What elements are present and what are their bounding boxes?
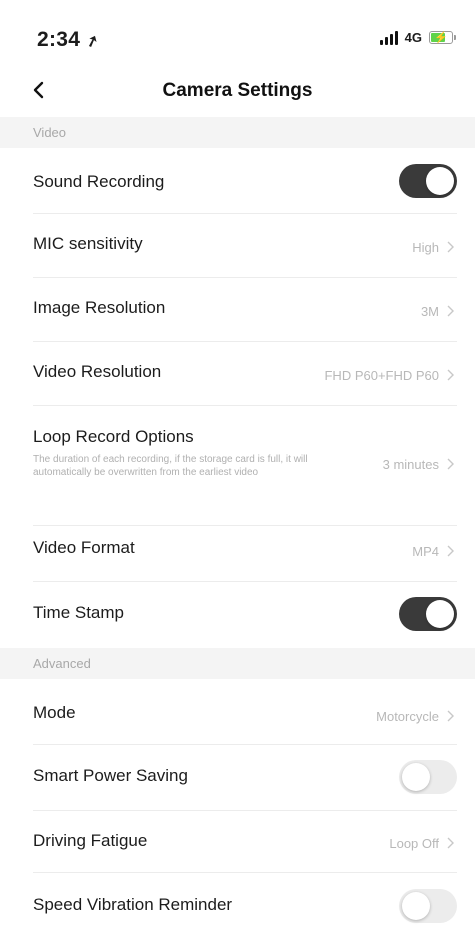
row-label: Mode <box>33 703 76 722</box>
row-label: Driving Fatigue <box>33 831 148 850</box>
network-type: 4G <box>404 30 422 45</box>
row-value: Motorcycle <box>376 709 439 724</box>
page-title: Camera Settings <box>162 80 313 101</box>
row-label: Video Resolution <box>33 362 162 381</box>
toggle-knob <box>426 167 454 195</box>
toggle-knob <box>402 763 430 791</box>
time-stamp-toggle[interactable] <box>399 597 457 631</box>
sound-recording-toggle[interactable] <box>399 164 457 198</box>
section-title: Advanced <box>33 656 91 671</box>
settings-row-image-resolution[interactable]: Image Resolution 3M <box>0 278 475 342</box>
toggle-knob <box>402 892 430 920</box>
location-arrow-icon: ➚ <box>83 31 102 52</box>
chevron-right-icon <box>447 710 454 722</box>
row-value: Loop Off <box>389 836 439 851</box>
settings-row-smart-power-saving: Smart Power Saving <box>0 745 475 811</box>
chevron-right-icon <box>447 305 454 317</box>
status-bar: 2:34 ➚ 4G ⚡ <box>0 0 475 76</box>
status-time: 2:34 ➚ <box>37 28 102 52</box>
row-label: Image Resolution <box>33 298 166 317</box>
chevron-right-icon <box>447 369 454 381</box>
row-label: MIC sensitivity <box>33 234 143 253</box>
chevron-right-icon <box>447 458 454 470</box>
settings-row-driving-fatigue[interactable]: Driving Fatigue Loop Off <box>0 811 475 873</box>
cellular-signal-icon <box>379 30 398 45</box>
status-time-text: 2:34 <box>37 28 81 51</box>
row-label: Video Format <box>33 538 135 557</box>
settings-row-sound-recording: Sound Recording <box>0 148 475 214</box>
settings-row-speed-vibration-reminder: Speed Vibration Reminder <box>0 873 475 934</box>
charging-bolt-icon: ⚡ <box>434 31 448 44</box>
row-value: MP4 <box>412 544 439 559</box>
status-indicators: 4G ⚡ <box>379 30 456 45</box>
smart-power-saving-toggle[interactable] <box>399 760 457 794</box>
chevron-right-icon <box>447 837 454 849</box>
row-label: Speed Vibration Reminder <box>33 895 233 914</box>
row-label: Sound Recording <box>33 172 165 191</box>
row-value: 3 minutes <box>382 457 439 472</box>
battery-icon: ⚡ <box>429 31 456 44</box>
row-label: Smart Power Saving <box>33 766 188 785</box>
settings-row-loop-record-options[interactable]: Loop Record Options The duration of each… <box>0 406 475 526</box>
section-title: Video <box>33 125 67 140</box>
settings-row-video-resolution[interactable]: Video Resolution FHD P60+FHD P60 <box>0 342 475 406</box>
row-value: High <box>412 240 439 255</box>
row-description: The duration of each recording, if the s… <box>33 454 308 478</box>
section-header-video: Video <box>0 117 475 148</box>
speed-vibration-reminder-toggle[interactable] <box>399 889 457 923</box>
row-label: Loop Record Options <box>33 427 194 446</box>
chevron-right-icon <box>447 241 454 253</box>
navigation-bar: Camera Settings <box>0 76 475 114</box>
toggle-knob <box>426 600 454 628</box>
settings-row-video-format[interactable]: Video Format MP4 <box>0 526 475 582</box>
settings-row-mode[interactable]: Mode Motorcycle <box>0 679 475 745</box>
section-header-advanced: Advanced <box>0 648 475 679</box>
settings-row-time-stamp: Time Stamp <box>0 582 475 646</box>
row-label: Time Stamp <box>33 603 125 622</box>
row-value: FHD P60+FHD P60 <box>324 368 439 383</box>
chevron-right-icon <box>447 545 454 557</box>
row-value: 3M <box>420 304 439 319</box>
settings-row-mic-sensitivity[interactable]: MIC sensitivity High <box>0 214 475 278</box>
